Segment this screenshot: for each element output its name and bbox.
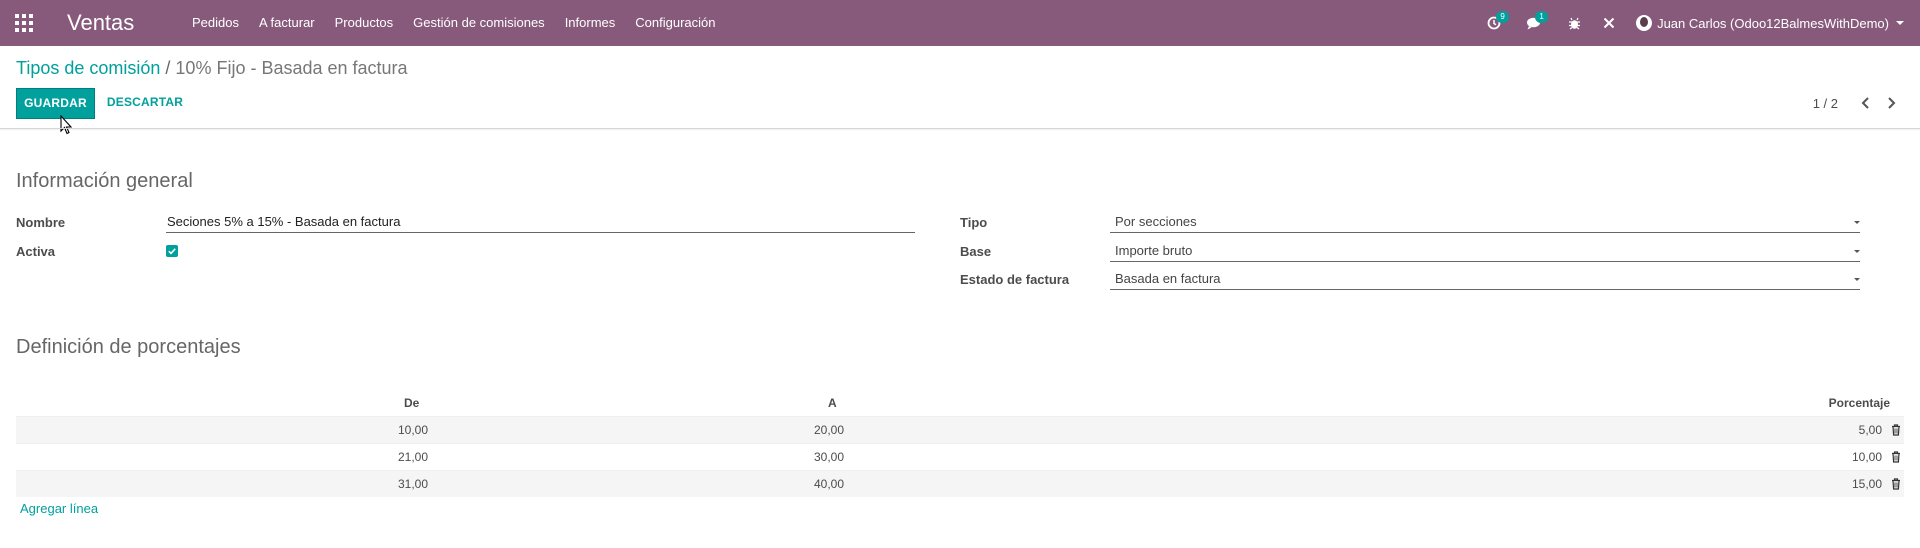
invoice-state-label: Estado de factura [960, 272, 1070, 287]
pager-next-button[interactable] [1878, 94, 1904, 112]
table-header: De A Porcentaje [16, 388, 1904, 416]
percentages-table: De A Porcentaje 10,00 20,00 5,00 21,00 3… [16, 388, 1904, 497]
cell-to: 40,00 [814, 477, 845, 491]
top-navbar: Ventas Pedidos A facturar Productos Gest… [0, 0, 1920, 46]
menu-item-productos[interactable]: Productos [325, 0, 404, 46]
pager: 1 / 2 [1813, 94, 1904, 112]
cell-to: 30,00 [814, 450, 845, 464]
type-select[interactable]: Por secciones [1110, 213, 1860, 233]
cell-percent: 15,00 [1851, 477, 1882, 491]
close-debug-button[interactable] [1592, 0, 1626, 46]
menu-item-a-facturar[interactable]: A facturar [249, 0, 325, 46]
cell-from: 10,00 [398, 423, 429, 437]
check-icon [168, 248, 176, 255]
activity-count-badge: 9 [1496, 11, 1510, 23]
mouse-cursor-icon [60, 115, 73, 135]
column-header-percent[interactable]: Porcentaje [1829, 396, 1890, 410]
menu-item-informes[interactable]: Informes [555, 0, 626, 46]
menu-item-pedidos[interactable]: Pedidos [182, 0, 249, 46]
cell-from: 31,00 [398, 477, 429, 491]
cell-from: 21,00 [398, 450, 429, 464]
column-header-to[interactable]: A [828, 396, 837, 410]
pager-value[interactable]: 1 / 2 [1813, 96, 1838, 111]
active-checkbox[interactable] [166, 245, 178, 257]
cell-percent: 10,00 [1851, 450, 1882, 464]
type-label: Tipo [960, 215, 988, 230]
caret-down-icon [1854, 278, 1860, 281]
control-panel-divider [0, 128, 1920, 129]
menu-item-configuracion[interactable]: Configuración [625, 0, 725, 46]
chevron-down-icon [1896, 21, 1904, 25]
cell-percent: 5,00 [1858, 423, 1882, 437]
trash-icon[interactable] [1891, 424, 1901, 436]
close-icon [1603, 17, 1615, 29]
user-name: Juan Carlos (Odoo12BalmesWithDemo) [1657, 15, 1889, 31]
chevron-left-icon [1861, 97, 1869, 109]
caret-down-icon [1854, 250, 1860, 253]
user-menu[interactable]: Juan Carlos (Odoo12BalmesWithDemo) [1626, 0, 1920, 46]
base-select[interactable]: Importe bruto [1110, 242, 1860, 262]
table-row[interactable]: 10,00 20,00 5,00 [16, 416, 1904, 443]
base-label: Base [960, 244, 992, 259]
messages-button[interactable]: 1 [1512, 0, 1557, 46]
invoice-state-select-value: Basada en factura [1115, 271, 1221, 286]
apps-grid-icon[interactable] [15, 14, 33, 32]
table-body: 10,00 20,00 5,00 21,00 30,00 10,00 31,00… [16, 416, 1904, 497]
base-select-value: Importe bruto [1115, 243, 1193, 258]
general-info-title: Información general [16, 170, 193, 192]
save-button[interactable]: GUARDAR [16, 88, 95, 119]
main-menu: Pedidos A facturar Productos Gestión de … [182, 0, 725, 46]
menu-item-gestion-comisiones[interactable]: Gestión de comisiones [403, 0, 555, 46]
type-select-value: Por secciones [1115, 214, 1197, 229]
trash-icon[interactable] [1891, 478, 1901, 490]
chevron-right-icon [1887, 97, 1895, 109]
cell-to: 20,00 [814, 423, 845, 437]
breadcrumb-separator: / [165, 58, 171, 78]
invoice-state-select[interactable]: Basada en factura [1110, 270, 1860, 290]
breadcrumb: Tipos de comisión/10% Fijo - Basada en f… [16, 58, 408, 79]
activity-button[interactable]: 9 [1476, 0, 1512, 46]
pager-previous-button[interactable] [1852, 94, 1878, 112]
add-line-link[interactable]: Agregar línea [20, 501, 98, 516]
systray: 9 1 Juan Carlos (Odoo12BalmesWithDemo) [1476, 0, 1920, 46]
app-name[interactable]: Ventas [67, 10, 134, 36]
messages-count-badge: 1 [1535, 11, 1549, 23]
name-label: Nombre [16, 215, 66, 230]
name-input[interactable]: Seciones 5% a 15% - Basada en factura [166, 213, 915, 233]
trash-icon[interactable] [1891, 451, 1901, 463]
debug-button[interactable] [1557, 0, 1592, 46]
caret-down-icon [1854, 221, 1860, 224]
table-row[interactable]: 21,00 30,00 10,00 [16, 443, 1904, 470]
active-label: Activa [16, 244, 56, 259]
avatar [1636, 15, 1653, 31]
discard-button[interactable]: DESCARTAR [100, 88, 190, 119]
table-row[interactable]: 31,00 40,00 15,00 [16, 470, 1904, 497]
column-header-from[interactable]: De [404, 396, 419, 410]
breadcrumb-parent-link[interactable]: Tipos de comisión [16, 58, 160, 78]
breadcrumb-current: 10% Fijo - Basada en factura [175, 58, 408, 78]
bug-icon [1569, 17, 1581, 29]
percentages-title: Definición de porcentajes [16, 336, 241, 358]
